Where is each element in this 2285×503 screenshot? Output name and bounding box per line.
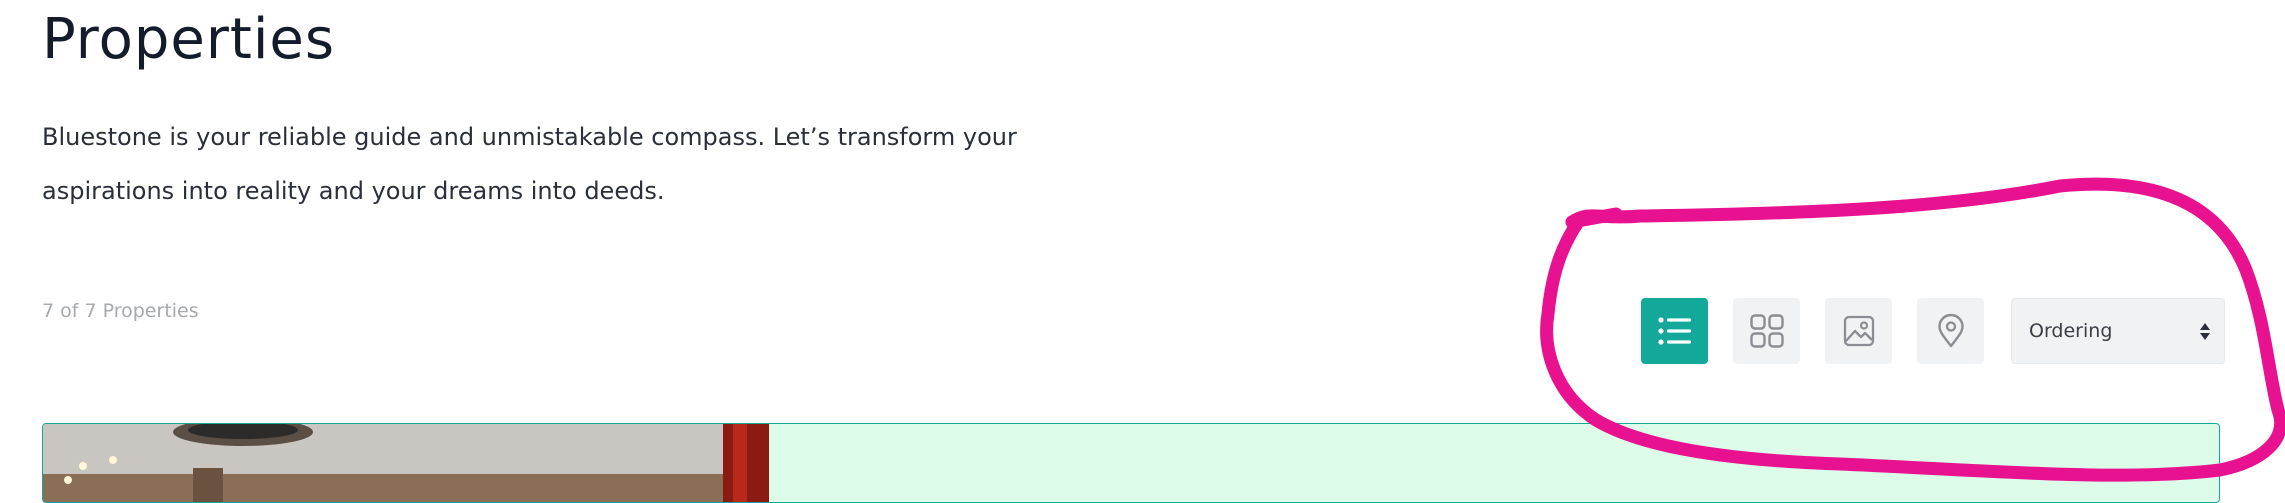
list-view-button[interactable]: [1641, 298, 1708, 364]
ordering-label: Ordering: [2029, 320, 2113, 342]
property-photo: [43, 424, 769, 502]
gallery-view-button[interactable]: [1825, 298, 1892, 364]
highlight-annotation: [1540, 177, 2285, 482]
page-title: Properties: [42, 7, 336, 72]
property-card[interactable]: [42, 423, 2220, 503]
map-pin-icon: [1937, 313, 1964, 348]
grid-icon: [1749, 314, 1784, 348]
grid-view-button[interactable]: [1733, 298, 1800, 364]
ordering-select[interactable]: Ordering: [2011, 298, 2225, 364]
page-intro: Bluestone is your reliable guide and unm…: [42, 123, 1017, 205]
results-count: 7 of 7 Properties: [42, 300, 199, 322]
list-icon: [1657, 317, 1691, 345]
map-view-button[interactable]: [1917, 298, 1984, 364]
view-toolbar: Ordering: [1641, 298, 2225, 364]
property-photo-image: [43, 424, 769, 502]
image-icon: [1843, 315, 1874, 347]
sort-arrows-icon: [2200, 322, 2210, 340]
